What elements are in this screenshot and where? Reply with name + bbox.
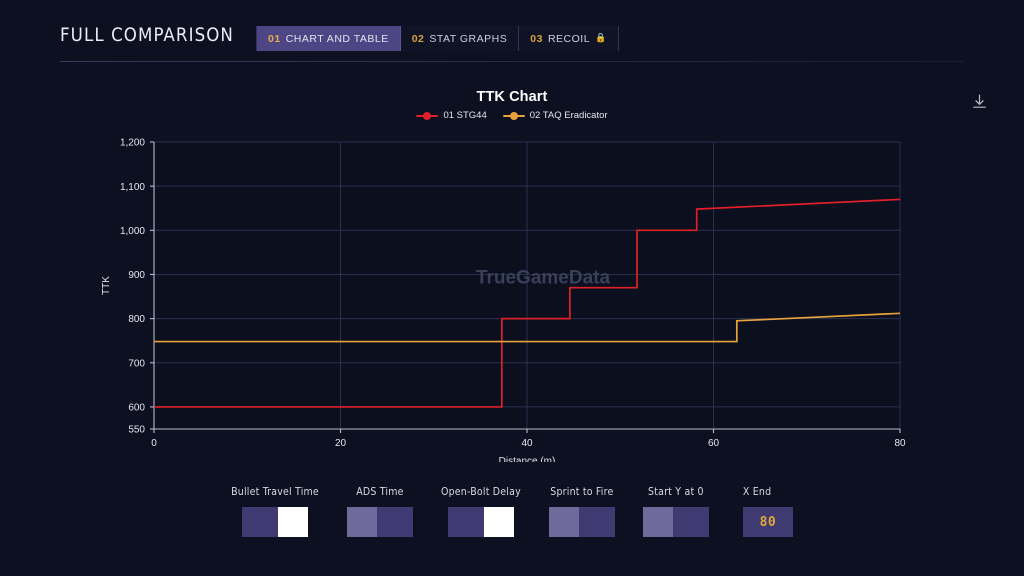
lock-icon: 🔒 bbox=[595, 32, 607, 43]
header-divider bbox=[60, 61, 964, 62]
control-label: Sprint to Fire bbox=[550, 486, 614, 498]
control-x-end: X End 80 bbox=[742, 486, 793, 537]
toggle-sprint-to-fire[interactable] bbox=[548, 507, 615, 537]
tab-recoil[interactable]: 03 RECOIL 🔒 bbox=[519, 26, 619, 51]
controls-row: Bullet Travel Time ADS Time Open-Bolt Dela… bbox=[0, 486, 1024, 537]
control-label: X End bbox=[742, 486, 772, 498]
control-bullet-travel-time: Bullet Travel Time bbox=[231, 486, 319, 537]
toggle-start-y-at-0[interactable] bbox=[642, 507, 709, 537]
x-axis-label: Distance (m) bbox=[499, 456, 556, 462]
input-value: 80 bbox=[759, 514, 777, 530]
input-x-end[interactable]: 80 bbox=[742, 507, 793, 537]
plot-area: 550 600 700 800 900 1,000 1,100 1,200 0 20 40 60 80 D… bbox=[0, 72, 1024, 467]
y-tick-label: 700 bbox=[128, 358, 145, 369]
control-open-bolt-delay: Open-Bolt Delay bbox=[441, 486, 521, 537]
ttk-chart-svg: 550 600 700 800 900 1,000 1,100 1,200 0 20 40 60 80 D… bbox=[101, 138, 906, 467]
y-tick-label: 1,100 bbox=[120, 182, 145, 193]
tab-number: 01 bbox=[268, 32, 281, 45]
y-tick-label: 900 bbox=[128, 270, 145, 281]
control-label: Start Y at 0 bbox=[648, 486, 704, 498]
tab-label: RECOIL bbox=[547, 32, 591, 45]
control-sprint-to-fire: Sprint to Fire bbox=[548, 486, 615, 537]
toggle-bullet-travel-time[interactable] bbox=[242, 507, 309, 537]
y-tick-label: 1,000 bbox=[120, 226, 145, 237]
tab-label: STAT GRAPHS bbox=[429, 32, 508, 45]
toggle-knob bbox=[483, 507, 514, 537]
tab-bar: 01 CHART AND TABLE 02 STAT GRAPHS 03 RECOIL 🔒 bbox=[256, 26, 619, 51]
app-root: FULL COMPARISON 01 CHART AND TABLE 02 STAT … bbox=[0, 0, 1024, 576]
toggle-knob bbox=[642, 507, 673, 537]
control-label: Open-Bolt Delay bbox=[440, 486, 521, 498]
x-tick-label: 60 bbox=[708, 438, 720, 449]
tab-stat-graphs[interactable]: 02 STAT GRAPHS bbox=[400, 26, 520, 51]
tab-label: CHART AND TABLE bbox=[285, 32, 389, 45]
x-tick-label: 80 bbox=[894, 438, 906, 449]
toggle-open-bolt-delay[interactable] bbox=[447, 507, 514, 537]
header: FULL COMPARISON 01 CHART AND TABLE 02 STAT … bbox=[0, 0, 1024, 72]
toggle-knob bbox=[278, 507, 309, 537]
y-axis-label: TTK bbox=[101, 276, 112, 295]
control-label: ADS Time bbox=[356, 486, 404, 498]
toggle-ads-time[interactable] bbox=[346, 507, 413, 537]
y-tick-label: 1,200 bbox=[120, 138, 145, 149]
tab-chart-and-table[interactable]: 01 CHART AND TABLE bbox=[256, 26, 401, 51]
control-start-y-at-0: Start Y at 0 bbox=[642, 486, 709, 537]
page-title: FULL COMPARISON bbox=[60, 24, 234, 46]
control-ads-time: ADS Time bbox=[346, 486, 413, 537]
header-inner: FULL COMPARISON 01 CHART AND TABLE 02 STAT … bbox=[60, 26, 619, 51]
watermark: TrueGameData bbox=[476, 267, 611, 288]
tab-number: 02 bbox=[411, 32, 425, 45]
toggle-knob bbox=[548, 507, 579, 537]
y-tick-label: 600 bbox=[128, 403, 145, 414]
x-tick-label: 20 bbox=[335, 438, 347, 449]
chart-panel: TTK Chart 01 STG44 02 TAQ Eradicator 550 6… bbox=[0, 72, 1024, 467]
toggle-knob bbox=[346, 507, 377, 537]
y-tick-label: 800 bbox=[128, 314, 145, 325]
control-label: Bullet Travel Time bbox=[231, 486, 319, 498]
y-tick-label: 550 bbox=[128, 425, 145, 436]
x-tick-label: 0 bbox=[151, 438, 157, 449]
x-tick-label: 40 bbox=[521, 438, 533, 449]
tab-number: 03 bbox=[530, 32, 543, 45]
